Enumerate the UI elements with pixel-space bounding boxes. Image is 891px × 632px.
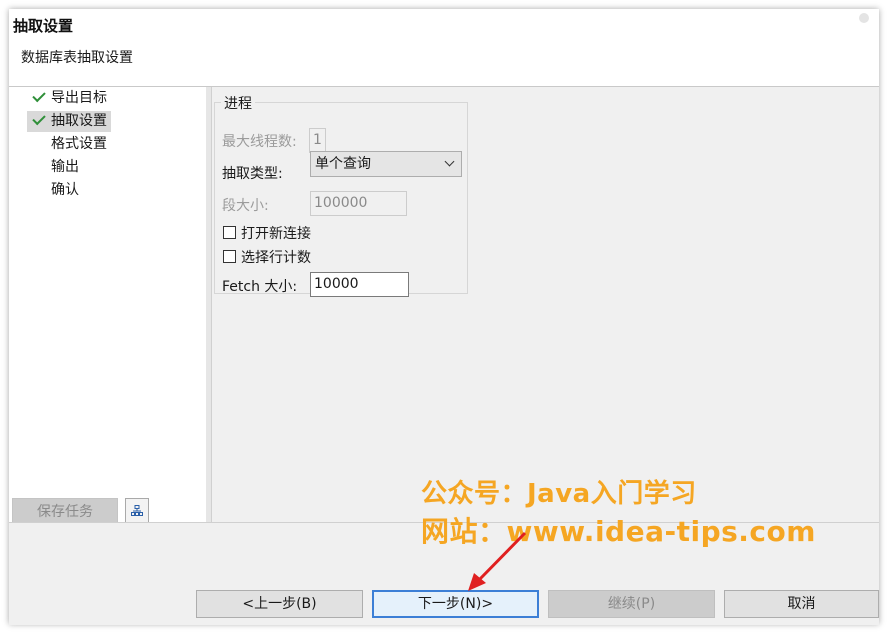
select-row-count-label[interactable]: 选择行计数 bbox=[241, 247, 311, 267]
wizard-body: 导出目标 抽取设置 格式设置 输出 确认 保存任务 进程 最大线程数: 1 抽取… bbox=[9, 87, 879, 527]
check-icon bbox=[32, 88, 46, 103]
page-title: 抽取设置 bbox=[13, 17, 74, 35]
chevron-down-icon bbox=[444, 156, 455, 167]
back-button[interactable]: <上一步(B) bbox=[196, 590, 363, 618]
nav-step-output[interactable]: 输出 bbox=[27, 157, 83, 178]
panel-splitter[interactable] bbox=[206, 87, 212, 522]
check-icon bbox=[32, 111, 46, 126]
max-threads-label: 最大线程数: bbox=[222, 134, 297, 150]
process-group-title: 进程 bbox=[221, 93, 255, 113]
extract-type-select[interactable]: 单个查询 bbox=[310, 151, 462, 177]
page-subtitle: 数据库表抽取设置 bbox=[21, 50, 133, 66]
select-row-count-checkbox[interactable] bbox=[223, 250, 236, 263]
cancel-button[interactable]: 取消 bbox=[724, 590, 879, 618]
layout-icon bbox=[131, 505, 143, 516]
nav-step-label: 确认 bbox=[51, 182, 79, 198]
segment-size-field[interactable]: 100000 bbox=[310, 191, 407, 216]
extract-type-label: 抽取类型: bbox=[222, 166, 283, 182]
nav-step-format-settings[interactable]: 格式设置 bbox=[27, 134, 111, 155]
nav-step-export-target[interactable]: 导出目标 bbox=[27, 88, 111, 109]
nav-step-label: 抽取设置 bbox=[51, 113, 107, 129]
nav-step-label: 输出 bbox=[51, 159, 79, 175]
header-decoration-icon bbox=[859, 13, 869, 23]
red-arrow-annotation bbox=[468, 531, 527, 591]
watermark-line-1: 公众号：Java入门学习 bbox=[421, 479, 697, 509]
fetch-size-field[interactable]: 10000 bbox=[310, 272, 409, 297]
layout-button[interactable] bbox=[125, 498, 149, 525]
nav-step-extract-settings[interactable]: 抽取设置 bbox=[27, 111, 111, 132]
open-new-connection-checkbox[interactable] bbox=[223, 226, 236, 239]
arrow-shaft bbox=[476, 531, 527, 583]
nav-step-label: 导出目标 bbox=[51, 90, 107, 106]
max-threads-field[interactable]: 1 bbox=[309, 128, 326, 153]
wizard-header: 抽取设置 数据库表抽取设置 bbox=[9, 9, 879, 87]
open-new-connection-label[interactable]: 打开新连接 bbox=[241, 223, 311, 243]
nav-step-confirm[interactable]: 确认 bbox=[27, 180, 83, 201]
extract-type-value: 单个查询 bbox=[315, 156, 371, 172]
continue-button[interactable]: 继续(P) bbox=[548, 590, 715, 618]
segment-size-label: 段大小: bbox=[222, 198, 269, 214]
nav-step-label: 格式设置 bbox=[51, 136, 107, 152]
wizard-steps-nav: 导出目标 抽取设置 格式设置 输出 确认 保存任务 bbox=[9, 87, 207, 527]
fetch-size-label: Fetch 大小: bbox=[222, 279, 298, 295]
